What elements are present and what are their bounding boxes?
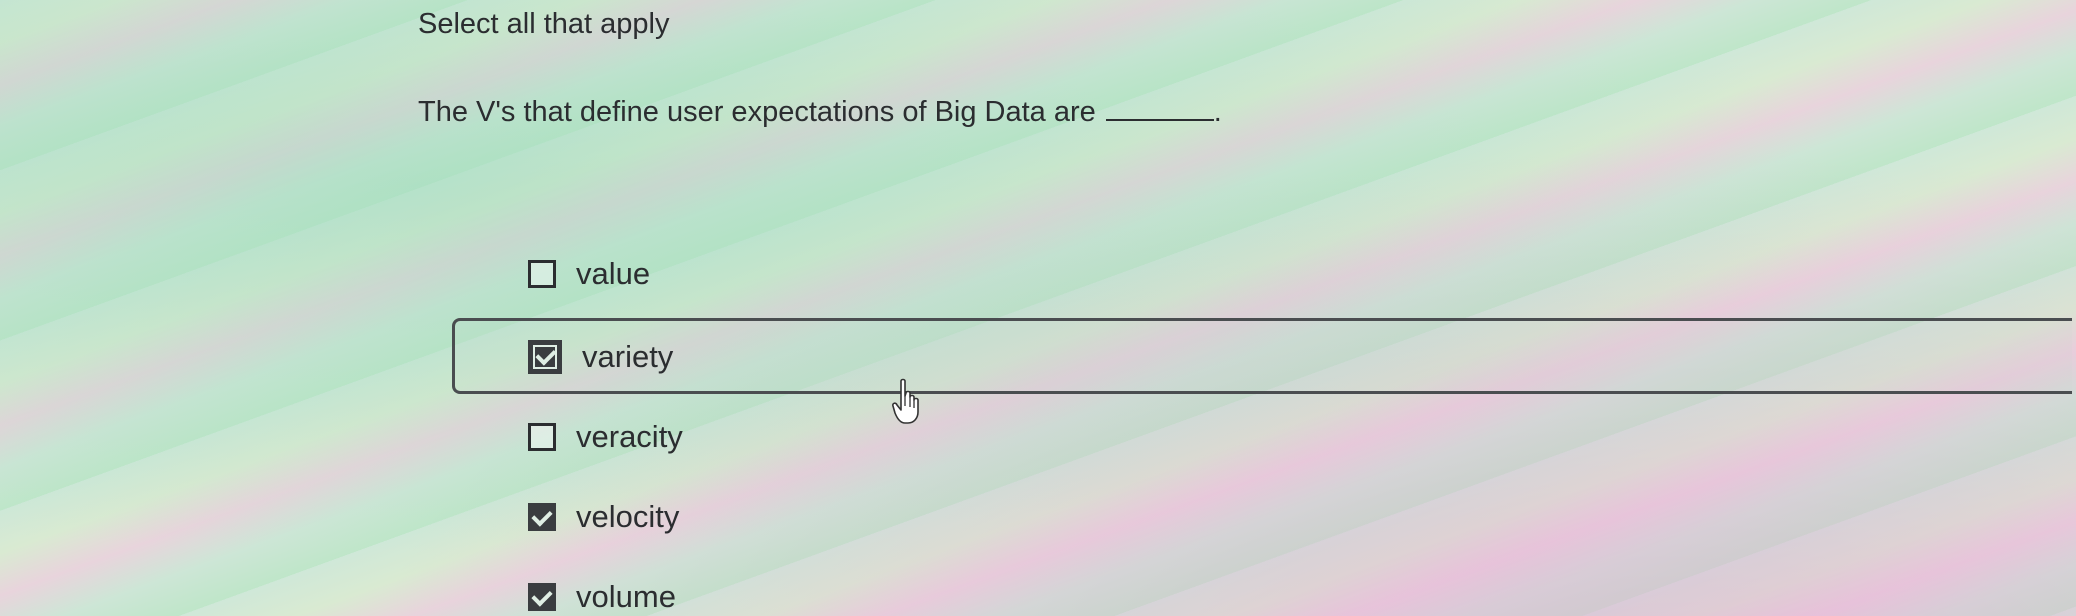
option-value[interactable]: value	[528, 256, 650, 292]
answer-blank	[1105, 117, 1214, 121]
option-label: value	[576, 256, 651, 291]
option-label: volume	[576, 579, 676, 614]
option-veracity[interactable]: veracity	[528, 419, 683, 455]
question-text: The V's that define user expectations of…	[418, 96, 1222, 129]
option-label: veracity	[576, 419, 683, 454]
option-velocity[interactable]: velocity	[528, 499, 679, 535]
prompt-text: Select all that apply	[418, 8, 670, 40]
checkbox-icon[interactable]	[528, 503, 556, 531]
focused-option-outline	[452, 318, 2072, 394]
checkbox-icon[interactable]	[528, 423, 556, 451]
question-stem: The V's that define user expectations of…	[418, 96, 1096, 128]
option-label: velocity	[576, 499, 680, 534]
checkbox-icon[interactable]	[528, 260, 556, 288]
option-label: variety	[582, 339, 674, 374]
checkbox-icon[interactable]	[528, 340, 562, 374]
checkbox-icon[interactable]	[528, 583, 556, 611]
option-variety[interactable]: variety	[528, 339, 673, 375]
question-period: .	[1213, 96, 1222, 128]
option-volume[interactable]: volume	[528, 579, 676, 615]
hand-pointer-icon	[892, 378, 919, 424]
